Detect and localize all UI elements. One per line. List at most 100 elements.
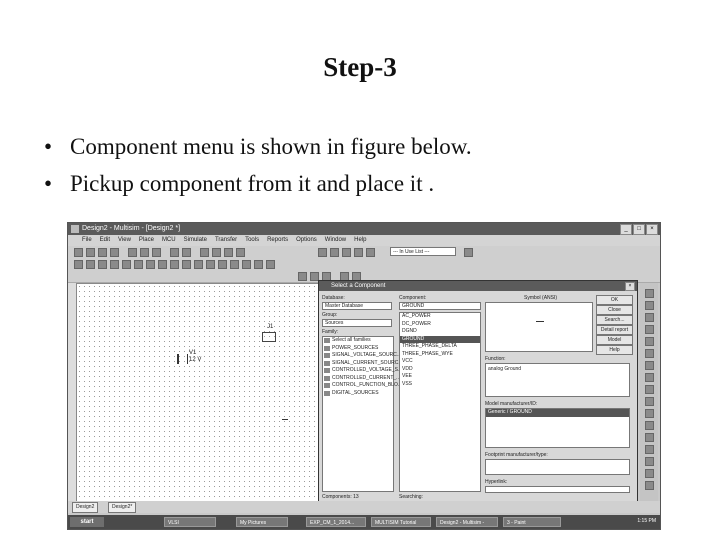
switch-symbol-icon[interactable] — [262, 332, 276, 342]
task-vlsi[interactable]: VLSI — [164, 517, 216, 527]
detail-report-button[interactable]: Detail report — [596, 325, 633, 335]
hyperlink-field[interactable] — [485, 486, 630, 493]
list-item[interactable]: VDD — [400, 366, 480, 374]
ground-symbol-icon[interactable] — [282, 419, 288, 424]
new-icon[interactable] — [74, 248, 83, 257]
task-my-pictures[interactable]: My Pictures — [236, 517, 288, 527]
family-item[interactable]: CONTROL_FUNCTION_BLO... — [323, 382, 402, 390]
save-icon[interactable] — [98, 248, 107, 257]
place-misc-digital-icon[interactable] — [158, 260, 167, 269]
word-generator-icon[interactable] — [645, 373, 654, 382]
place-power-icon[interactable] — [194, 260, 203, 269]
place-mixed-icon[interactable] — [170, 260, 179, 269]
print-icon[interactable] — [110, 248, 119, 257]
task-multisim-tutorial[interactable]: MULTISIM Tutorial — [371, 517, 431, 527]
undo-icon[interactable] — [170, 248, 179, 257]
menu-mcu[interactable]: MCU — [162, 235, 176, 246]
tektronix-scope-icon[interactable] — [645, 481, 654, 490]
search-button[interactable]: Search... — [596, 315, 633, 325]
oscilloscope-icon[interactable] — [645, 325, 654, 334]
list-item[interactable]: AC_POWER — [400, 313, 480, 321]
hierarchical-block-icon[interactable] — [254, 260, 263, 269]
family-item[interactable]: CONTROLLED_CURRENT_... — [323, 375, 400, 383]
redo-icon[interactable] — [182, 248, 191, 257]
zoom-out-icon[interactable] — [212, 248, 221, 257]
menu-view[interactable]: View — [118, 235, 131, 246]
maximize-button[interactable]: □ — [633, 224, 645, 235]
group-select[interactable]: Sources — [322, 319, 392, 327]
family-item[interactable]: Select all families — [323, 337, 393, 345]
footprint-list[interactable] — [485, 459, 630, 475]
menu-options[interactable]: Options — [296, 235, 317, 246]
family-item[interactable]: POWER_SOURCES — [323, 345, 393, 353]
function-generator-icon[interactable] — [645, 301, 654, 310]
wattmeter-icon[interactable] — [645, 313, 654, 322]
iv-analyzer-icon[interactable] — [645, 409, 654, 418]
task-exp-doc[interactable]: EXP_CM_1_2014... — [306, 517, 366, 527]
list-item[interactable]: VSS — [400, 381, 480, 389]
menu-file[interactable]: File — [82, 235, 92, 246]
place-basic-icon[interactable] — [86, 260, 95, 269]
place-transistor-icon[interactable] — [110, 260, 119, 269]
place-bus-icon[interactable] — [266, 260, 275, 269]
task-multisim[interactable]: Design2 - Multisim - — [436, 517, 498, 527]
place-source-icon[interactable] — [74, 260, 83, 269]
family-item[interactable]: SIGNAL_VOLTAGE_SOURC... — [323, 352, 401, 360]
close-button[interactable]: × — [646, 224, 658, 235]
place-misc-icon[interactable] — [206, 260, 215, 269]
model-button[interactable]: Model — [596, 335, 633, 345]
list-item-selected[interactable]: GROUND — [400, 335, 480, 343]
netlist-icon[interactable] — [342, 248, 351, 257]
place-ttl-icon[interactable] — [134, 260, 143, 269]
place-diode-icon[interactable] — [98, 260, 107, 269]
menu-window[interactable]: Window — [325, 235, 346, 246]
postprocessor-icon[interactable] — [330, 248, 339, 257]
list-item[interactable]: DGND — [400, 328, 480, 336]
network-analyzer-icon[interactable] — [645, 445, 654, 454]
multimeter-icon[interactable] — [645, 289, 654, 298]
cut-icon[interactable] — [128, 248, 137, 257]
menu-tools[interactable]: Tools — [245, 235, 259, 246]
ok-button[interactable]: OK — [596, 295, 633, 305]
task-paint[interactable]: 3 - Paint — [503, 517, 561, 527]
place-rf-icon[interactable] — [218, 260, 227, 269]
help-icon[interactable] — [464, 248, 473, 257]
list-item[interactable]: VEE — [400, 373, 480, 381]
spreadsheet-icon[interactable] — [366, 248, 375, 257]
list-item[interactable]: THREE_PHASE_DELTA — [400, 343, 480, 351]
family-item[interactable]: DIGITAL_SOURCES — [323, 390, 393, 398]
distortion-analyzer-icon[interactable] — [645, 421, 654, 430]
zoom-in-icon[interactable] — [200, 248, 209, 257]
spectrum-analyzer-icon[interactable] — [645, 433, 654, 442]
database-icon[interactable] — [354, 248, 363, 257]
tab-design2[interactable]: Design2 — [72, 502, 99, 513]
place-cmos-icon[interactable] — [146, 260, 155, 269]
minimize-button[interactable]: _ — [620, 224, 632, 235]
menu-reports[interactable]: Reports — [267, 235, 288, 246]
list-item[interactable]: VCC — [400, 358, 480, 366]
copy-icon[interactable] — [140, 248, 149, 257]
family-item[interactable]: CONTROLLED_VOLTAGE_S... — [323, 367, 402, 375]
open-icon[interactable] — [86, 248, 95, 257]
menu-place[interactable]: Place — [139, 235, 154, 246]
place-indicator-icon[interactable] — [182, 260, 191, 269]
list-item[interactable]: THREE_PHASE_WYE — [400, 351, 480, 359]
database-select[interactable]: Master Database — [322, 302, 392, 310]
place-mcu-icon[interactable] — [242, 260, 251, 269]
place-electromechanical-icon[interactable] — [230, 260, 239, 269]
place-analog-icon[interactable] — [122, 260, 131, 269]
in-use-list-dropdown[interactable]: --- In Use List --- — [390, 247, 456, 256]
start-button[interactable]: start — [70, 517, 104, 527]
family-item[interactable]: SIGNAL_CURRENT_SOURC... — [323, 360, 403, 368]
menu-simulate[interactable]: Simulate — [184, 235, 207, 246]
help-button[interactable]: Help — [596, 345, 633, 355]
zoom-area-icon[interactable] — [224, 248, 233, 257]
paste-icon[interactable] — [152, 248, 161, 257]
menu-transfer[interactable]: Transfer — [215, 235, 237, 246]
menu-edit[interactable]: Edit — [100, 235, 110, 246]
agilent-generator-icon[interactable] — [645, 457, 654, 466]
list-item-selected[interactable]: Generic / GROUND — [486, 409, 629, 417]
logic-converter-icon[interactable] — [645, 397, 654, 406]
dialog-close-icon[interactable]: × — [625, 282, 635, 291]
list-item[interactable]: DC_POWER — [400, 321, 480, 329]
